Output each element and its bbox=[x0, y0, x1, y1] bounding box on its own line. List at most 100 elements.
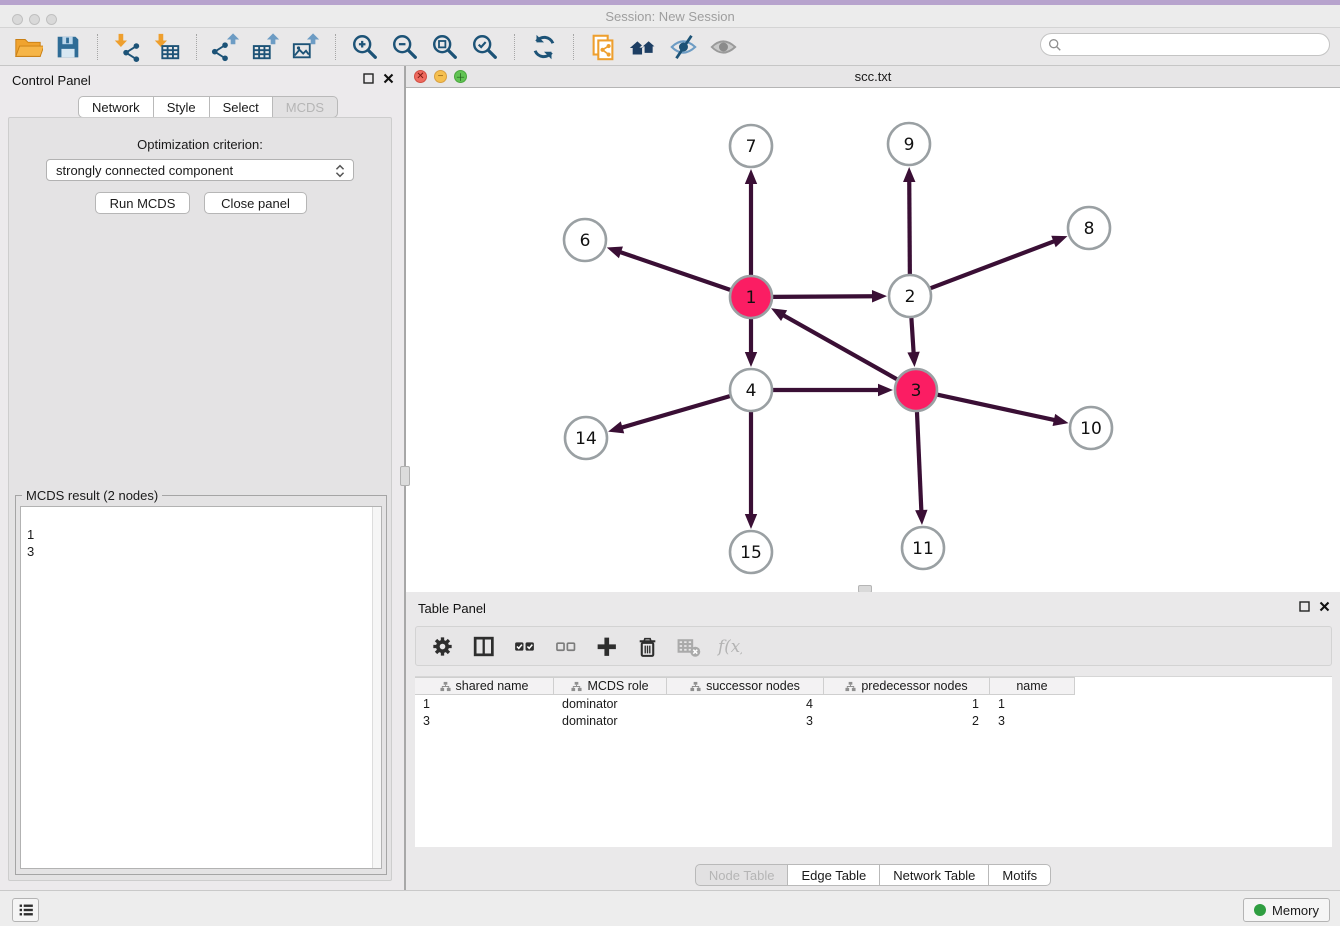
table-cell[interactable]: dominator bbox=[554, 712, 667, 729]
save-session-button[interactable] bbox=[48, 30, 88, 64]
table-cell[interactable]: 2 bbox=[824, 712, 990, 729]
node-1[interactable]: 1 bbox=[730, 276, 772, 318]
node-11[interactable]: 11 bbox=[902, 527, 944, 569]
node-10[interactable]: 10 bbox=[1070, 407, 1112, 449]
node-9[interactable]: 9 bbox=[888, 123, 930, 165]
zoom-in-button[interactable] bbox=[345, 30, 385, 64]
search-input[interactable] bbox=[1067, 37, 1322, 52]
hide-graphics-details-button[interactable] bbox=[663, 30, 703, 64]
import-table-button[interactable] bbox=[147, 30, 187, 64]
gear-button[interactable] bbox=[428, 632, 456, 660]
task-history-button[interactable] bbox=[12, 898, 39, 922]
node-label: 4 bbox=[746, 381, 757, 401]
table-cell[interactable]: 1 bbox=[415, 695, 554, 712]
search-box[interactable] bbox=[1040, 33, 1330, 56]
add-row-button[interactable] bbox=[592, 632, 620, 660]
table-row[interactable]: 3dominator323 bbox=[415, 712, 1075, 729]
import-network-icon bbox=[112, 32, 142, 62]
open-session-button[interactable] bbox=[8, 30, 48, 64]
add-row-icon bbox=[594, 634, 619, 659]
deselect-all-icon bbox=[553, 634, 578, 659]
export-image-button[interactable] bbox=[286, 30, 326, 64]
node-3[interactable]: 3 bbox=[895, 369, 937, 411]
delete-row-button[interactable] bbox=[633, 632, 661, 660]
edge-2-8[interactable] bbox=[931, 241, 1056, 288]
node-7[interactable]: 7 bbox=[730, 125, 772, 167]
apply-layout-icon bbox=[529, 32, 559, 62]
show-graphics-details-icon bbox=[708, 32, 738, 62]
criterion-dropdown[interactable]: strongly connected component bbox=[46, 159, 354, 181]
memory-button[interactable]: Memory bbox=[1243, 898, 1330, 922]
zoom-out-button[interactable] bbox=[385, 30, 425, 64]
vertical-splitter-grip[interactable] bbox=[400, 466, 410, 486]
node-8[interactable]: 8 bbox=[1068, 207, 1110, 249]
table-tab-network-table[interactable]: Network Table bbox=[879, 864, 989, 886]
node-14[interactable]: 14 bbox=[565, 417, 607, 459]
edge-arrow-1-6 bbox=[607, 246, 623, 258]
table-cell[interactable]: 3 bbox=[415, 712, 554, 729]
column-header-predecessor-nodes[interactable]: predecessor nodes bbox=[824, 678, 990, 694]
column-type-icon bbox=[690, 681, 701, 692]
float-panel-icon[interactable] bbox=[363, 73, 374, 84]
table-tab-motifs[interactable]: Motifs bbox=[988, 864, 1051, 886]
split-columns-icon bbox=[471, 634, 496, 659]
close-panel-button[interactable]: Close panel bbox=[204, 192, 307, 214]
table-cell[interactable]: 3 bbox=[990, 712, 1075, 729]
table-cell[interactable]: 4 bbox=[667, 695, 824, 712]
column-header-name[interactable]: name bbox=[990, 678, 1075, 694]
mcds-result-textarea[interactable]: 1 3 bbox=[20, 506, 382, 869]
import-network-button[interactable] bbox=[107, 30, 147, 64]
optimization-criterion-label: Optimization criterion: bbox=[9, 137, 391, 152]
tab-network[interactable]: Network bbox=[78, 96, 154, 118]
run-mcds-button[interactable]: Run MCDS bbox=[95, 192, 190, 214]
tab-select[interactable]: Select bbox=[209, 96, 273, 118]
node-label: 7 bbox=[746, 137, 757, 157]
close-table-panel-icon[interactable] bbox=[1319, 601, 1330, 612]
zoom-selected-button[interactable] bbox=[465, 30, 505, 64]
table-tab-edge-table[interactable]: Edge Table bbox=[787, 864, 880, 886]
node-6[interactable]: 6 bbox=[564, 219, 606, 261]
result-scrollbar[interactable] bbox=[372, 507, 381, 868]
edge-3-10[interactable] bbox=[937, 395, 1055, 421]
float-table-panel-icon[interactable] bbox=[1299, 601, 1310, 612]
table-cell[interactable]: 1 bbox=[990, 695, 1075, 712]
tab-mcds[interactable]: MCDS bbox=[272, 96, 338, 118]
network-canvas[interactable]: 7 9 6 8 1 2 4 3 14 10 15 11 bbox=[406, 88, 1340, 592]
export-table-icon bbox=[251, 32, 281, 62]
close-panel-icon[interactable] bbox=[383, 73, 394, 84]
export-table-button[interactable] bbox=[246, 30, 286, 64]
node-2[interactable]: 2 bbox=[889, 275, 931, 317]
table-cell[interactable]: 1 bbox=[824, 695, 990, 712]
edge-1-2[interactable] bbox=[773, 296, 874, 297]
column-header-successor-nodes[interactable]: successor nodes bbox=[667, 678, 824, 694]
zoom-fit-button[interactable] bbox=[425, 30, 465, 64]
clone-network-button[interactable] bbox=[583, 30, 623, 64]
node-15[interactable]: 15 bbox=[730, 531, 772, 573]
export-network-button[interactable] bbox=[206, 30, 246, 64]
first-neighbors-button[interactable] bbox=[623, 30, 663, 64]
node-label: 10 bbox=[1080, 419, 1102, 439]
deselect-all-button[interactable] bbox=[551, 632, 579, 660]
table-cell[interactable]: dominator bbox=[554, 695, 667, 712]
edge-3-11[interactable] bbox=[917, 412, 921, 512]
edge-1-6[interactable] bbox=[619, 252, 730, 290]
table-tab-node-table[interactable]: Node Table bbox=[695, 864, 789, 886]
tab-style[interactable]: Style bbox=[153, 96, 210, 118]
select-all-button[interactable] bbox=[510, 632, 538, 660]
apply-layout-button[interactable] bbox=[524, 30, 564, 64]
edge-4-14[interactable] bbox=[621, 396, 730, 428]
open-session-icon bbox=[13, 32, 43, 62]
table-cell[interactable]: 3 bbox=[667, 712, 824, 729]
gear-icon bbox=[430, 634, 455, 659]
node-4[interactable]: 4 bbox=[730, 369, 772, 411]
edge-3-1[interactable] bbox=[782, 315, 896, 380]
table-row[interactable]: 1dominator411 bbox=[415, 695, 1075, 712]
split-columns-button[interactable] bbox=[469, 632, 497, 660]
edge-2-3[interactable] bbox=[911, 318, 913, 354]
edge-2-9[interactable] bbox=[909, 180, 910, 274]
column-header-shared-name[interactable]: shared name bbox=[415, 678, 554, 694]
status-bar: Memory bbox=[0, 890, 1340, 926]
toolbar-separator bbox=[573, 34, 574, 60]
column-header-mcds-role[interactable]: MCDS role bbox=[554, 678, 667, 694]
window-title: Session: New Session bbox=[0, 9, 1340, 24]
